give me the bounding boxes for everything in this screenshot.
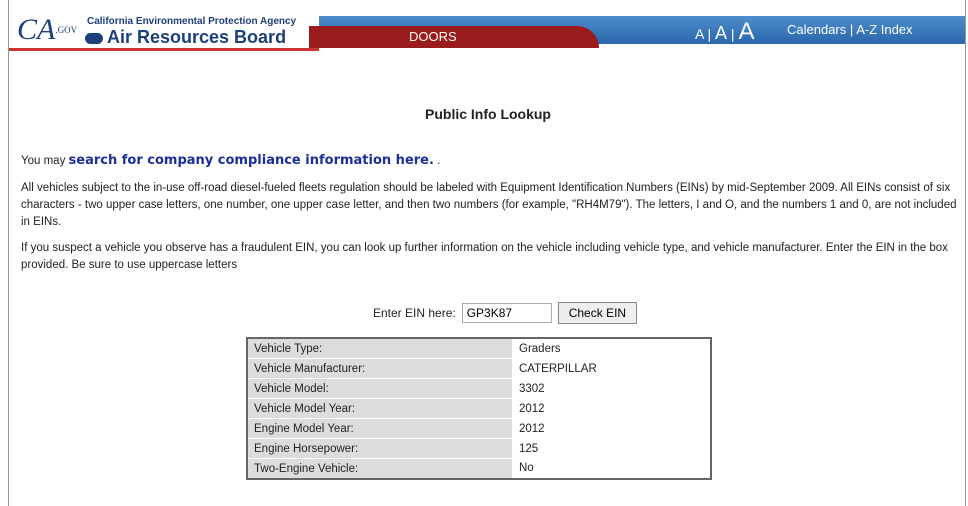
text-size-large-button[interactable]: A <box>738 18 754 45</box>
link-separator: | <box>849 22 854 37</box>
table-row: Vehicle Manufacturer: CATERPILLAR <box>246 358 711 379</box>
ein-input[interactable] <box>461 303 552 323</box>
text-size-medium-button[interactable]: A <box>715 23 727 43</box>
row-value: Graders <box>512 338 711 359</box>
row-value: 2012 <box>512 398 711 419</box>
header-bar: CA.GOV California Environmental Protecti… <box>9 0 965 51</box>
ein-info-paragraph: All vehicles subject to the in-use off-r… <box>21 182 957 228</box>
row-value: CATERPILLAR <box>512 358 711 379</box>
doors-tab-label[interactable]: DOORS <box>409 29 457 44</box>
row-label: Vehicle Model Year: <box>246 398 513 419</box>
ein-form: Enter EIN here: Check EIN <box>373 302 638 324</box>
fraud-info-paragraph: If you suspect a vehicle you observe has… <box>21 242 948 271</box>
row-label: Vehicle Model: <box>246 378 513 399</box>
vehicle-info-table: Vehicle Type: Graders Vehicle Manufacture… <box>246 337 712 480</box>
row-label: Two-Engine Vehicle: <box>246 458 513 480</box>
row-label: Vehicle Type: <box>246 337 513 359</box>
ca-gov-logo[interactable]: CA.GOV <box>17 15 78 45</box>
table-row: Engine Model Year: 2012 <box>246 418 711 439</box>
board-name[interactable]: Air Resources Board <box>85 27 286 48</box>
calendars-link[interactable]: Calendars <box>787 22 846 37</box>
ca-logo-text: CA <box>17 13 56 46</box>
table-row: Vehicle Model Year: 2012 <box>246 398 711 419</box>
ein-label: Enter EIN here: <box>373 306 456 320</box>
arb-logo-icon <box>85 32 103 44</box>
table-row: Vehicle Type: Graders <box>246 337 711 359</box>
table-row: Two-Engine Vehicle: No <box>246 458 711 480</box>
text-size-controls: A | A | A <box>695 18 755 45</box>
agency-name[interactable]: California Environmental Protection Agen… <box>87 16 296 27</box>
text-size-small-button[interactable]: A <box>695 26 704 42</box>
compliance-search-link[interactable]: search for company compliance informatio… <box>69 153 434 168</box>
row-value: 2012 <box>512 418 711 439</box>
top-links: Calendars | A-Z Index <box>787 22 913 37</box>
board-name-text: Air Resources Board <box>107 27 287 47</box>
page-title: Public Info Lookup <box>425 106 551 122</box>
ca-logo-sub: .GOV <box>55 25 78 35</box>
check-ein-button[interactable]: Check EIN <box>557 302 638 324</box>
row-value: 3302 <box>512 378 711 399</box>
table-row: Vehicle Model: 3302 <box>246 378 711 399</box>
row-label: Vehicle Manufacturer: <box>246 358 513 379</box>
intro-suffix: . <box>433 155 441 167</box>
row-value: No <box>512 458 711 479</box>
row-value: 125 <box>512 438 711 459</box>
page-frame: CA.GOV California Environmental Protecti… <box>8 0 966 506</box>
row-label: Engine Horsepower: <box>246 438 513 459</box>
row-label: Engine Model Year: <box>246 418 513 439</box>
table-row: Engine Horsepower: 125 <box>246 438 711 459</box>
intro-line: You may search for company compliance in… <box>21 152 966 170</box>
az-index-link[interactable]: A-Z Index <box>856 22 912 37</box>
intro-prefix: You may <box>21 155 69 167</box>
